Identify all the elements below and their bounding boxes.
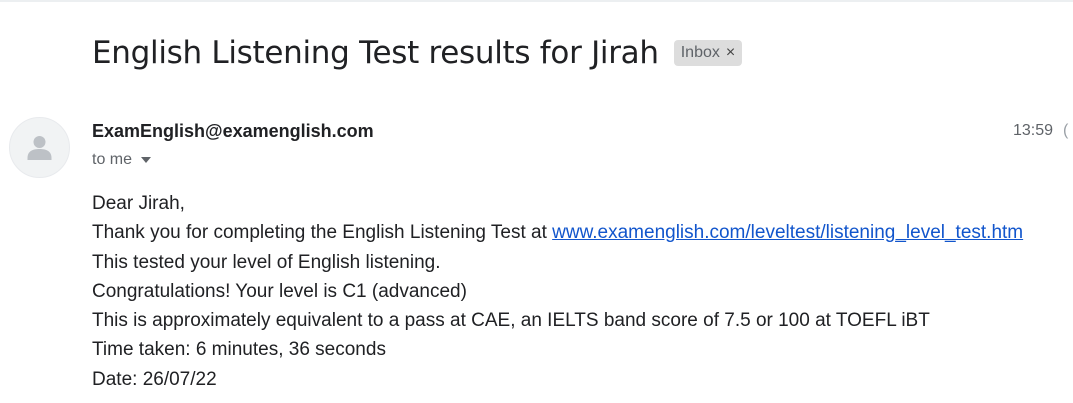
email-timestamp: 13:59 <box>1013 122 1054 139</box>
body-line-4: This is approximately equivalent to a pa… <box>92 310 930 332</box>
sender-email[interactable]: ExamEnglish@examenglish.com <box>92 121 374 142</box>
recipient-details-toggle[interactable]: to me <box>92 151 152 169</box>
top-divider <box>0 0 1073 2</box>
body-line-5: Time taken: 6 minutes, 36 seconds <box>92 339 386 361</box>
body-line-1-text: Thank you for completing the English Lis… <box>92 222 553 244</box>
inbox-label-chip[interactable]: Inbox × <box>673 40 743 66</box>
body-greeting: Dear Jirah, <box>92 193 185 214</box>
close-icon[interactable]: × <box>726 45 735 61</box>
person-silhouette-icon <box>27 136 52 160</box>
body-line-6: Date: 26/07/22 <box>92 368 217 390</box>
chevron-down-icon <box>141 157 152 163</box>
body-line-3: Congratulations! Your level is C1 (advan… <box>92 280 467 302</box>
body-line-1: Thank you for completing the English Lis… <box>92 218 1023 247</box>
email-subject: English Listening Test results for Jirah <box>92 35 659 71</box>
body-line-2: This tested your level of English listen… <box>92 251 441 273</box>
inbox-label-text: Inbox <box>680 44 720 61</box>
test-link[interactable]: www.examenglish.com/leveltest/listening_… <box>552 222 1023 243</box>
avatar[interactable] <box>9 117 70 178</box>
recipient-label: to me <box>92 151 133 168</box>
subject-row: English Listening Test results for Jirah… <box>92 33 743 73</box>
email-body: Dear Jirah, Thank you for completing the… <box>92 189 1023 394</box>
timestamp-cutoff: ( <box>1063 122 1069 139</box>
